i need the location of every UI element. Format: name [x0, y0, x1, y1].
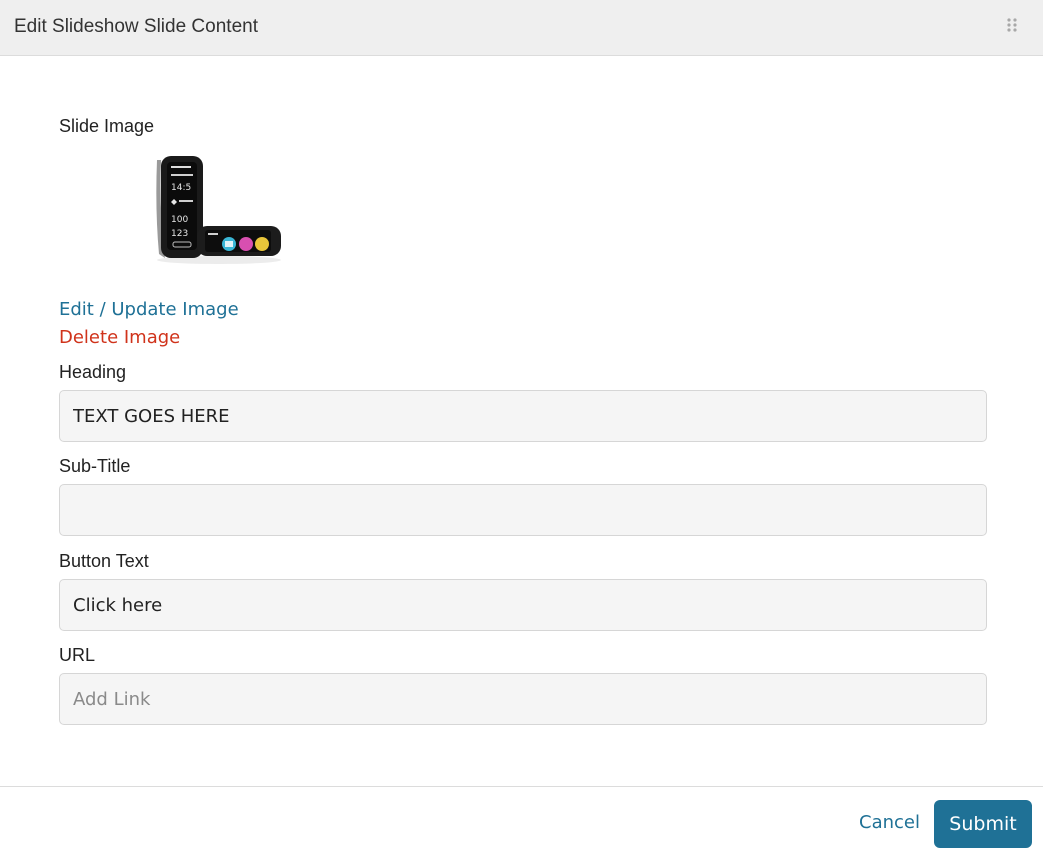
modal-header: Edit Slideshow Slide Content	[0, 0, 1043, 56]
button-text-label: Button Text	[59, 551, 149, 571]
heading-label: Heading	[59, 362, 127, 382]
modal-footer: Cancel Submit	[0, 786, 1043, 857]
url-label: URL	[59, 645, 96, 665]
edit-update-image-link[interactable]: Edit / Update Image	[59, 299, 239, 321]
svg-text:14:5: 14:5	[171, 183, 191, 193]
delete-image-link[interactable]: Delete Image	[59, 327, 180, 349]
url-input[interactable]	[59, 673, 987, 725]
drag-handle-icon[interactable]	[1007, 18, 1017, 32]
subtitle-input[interactable]	[59, 484, 987, 536]
subtitle-label: Sub-Title	[59, 456, 131, 476]
svg-text:100: 100	[171, 215, 188, 225]
edit-slide-modal: Edit Slideshow Slide Content Slide Image	[0, 0, 1043, 857]
slide-image-thumbnail: 14:5 100 123	[151, 150, 287, 266]
heading-input[interactable]	[59, 390, 987, 442]
modal-title: Edit Slideshow Slide Content	[14, 16, 258, 37]
svg-text:123: 123	[171, 229, 188, 239]
button-text-input[interactable]	[59, 579, 987, 631]
cancel-button[interactable]: Cancel	[859, 812, 920, 833]
submit-button[interactable]: Submit	[934, 800, 1032, 848]
slide-image-label: Slide Image	[59, 116, 155, 136]
